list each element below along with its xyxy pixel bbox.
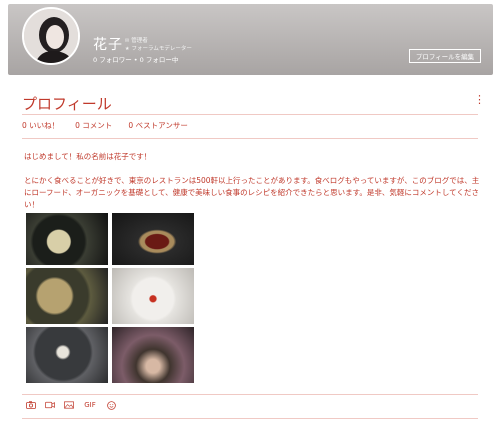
moderator-icon: ★ (125, 46, 130, 52)
role-admin: 管理者 (131, 38, 148, 44)
profile-page: 花子 ✉ 管理者 ★ フォーラムモデレーター 0 フォロワー • 0 フォロー中 プ… (0, 0, 500, 426)
emoji-icon[interactable] (106, 400, 116, 410)
camera-icon[interactable] (26, 400, 36, 410)
post-toolbar: GIF (26, 400, 116, 410)
food-photo[interactable] (26, 327, 108, 383)
food-photo[interactable] (26, 213, 108, 265)
video-icon[interactable] (45, 400, 55, 410)
profile-header: 花子 ✉ 管理者 ★ フォーラムモデレーター 0 フォロワー • 0 フォロー中 プ… (8, 4, 493, 75)
profile-intro: はじめまして！私の名前は花子です！ (24, 152, 152, 161)
likes-count[interactable]: 0 いいね！ (22, 120, 59, 131)
page-title: プロフィール (22, 95, 112, 113)
profile-stats: 0 いいね！ 0 コメント 0 ベストアンサー (22, 120, 188, 131)
user-name: 花子 (93, 37, 123, 53)
edit-profile-button[interactable]: プロフィールを編集 (409, 49, 481, 63)
food-photo[interactable] (112, 268, 194, 324)
avatar[interactable] (22, 7, 80, 65)
food-photo[interactable] (112, 327, 194, 383)
user-roles: ✉ 管理者 ★ フォーラムモデレーター (125, 37, 192, 53)
divider (22, 418, 478, 419)
follow-counts[interactable]: 0 フォロワー • 0 フォロー中 (93, 54, 178, 64)
gallery-icon[interactable] (64, 400, 74, 410)
profile-body: とにかく食べることが好きで、東京のレストランは500軒以上行ったことがあります。… (24, 176, 480, 209)
gif-icon[interactable]: GIF (83, 400, 97, 410)
admin-icon: ✉ (125, 38, 130, 44)
divider (22, 394, 478, 395)
best-answers-count[interactable]: 0 ベストアンサー (128, 120, 188, 131)
food-photo[interactable] (112, 213, 194, 265)
more-options-icon[interactable]: ⋮ (474, 94, 485, 105)
divider (22, 114, 478, 115)
role-moderator: フォーラムモデレーター (131, 46, 192, 52)
food-photo[interactable] (26, 268, 108, 324)
comments-count[interactable]: 0 コメント (75, 120, 112, 131)
divider (22, 138, 478, 139)
